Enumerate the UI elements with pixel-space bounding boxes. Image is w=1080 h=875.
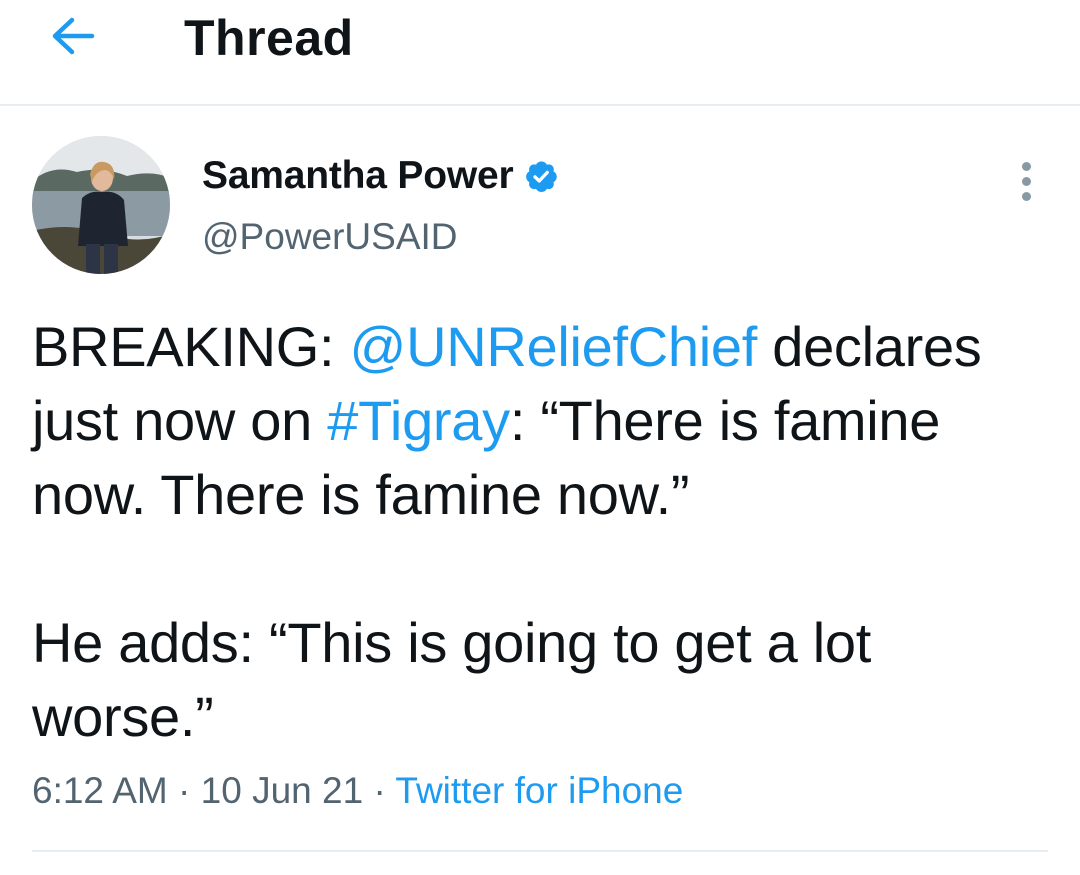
tweet-source-link[interactable]: Twitter for iPhone (395, 770, 683, 811)
author-name-row: Samantha Power (202, 150, 559, 202)
hashtag-link[interactable]: #Tigray (327, 389, 510, 452)
mention-link[interactable]: @UNReliefChief (350, 315, 758, 378)
back-button[interactable] (38, 12, 108, 64)
tweet: Samantha Power @PowerUSAID BREAKING: @UN… (0, 106, 1080, 875)
tweet-metadata: 6:12 AM · 10 Jun 21 · Twitter for iPhone (32, 770, 684, 811)
tweet-paragraph: He adds: “This is going to get a lot wor… (32, 611, 871, 748)
more-vertical-icon (1021, 161, 1031, 171)
tweet-paragraph: BREAKING: @UNReliefChief declares just n… (32, 315, 982, 526)
author-name[interactable]: Samantha Power (202, 154, 514, 198)
tweet-time[interactable]: 6:12 AM (32, 770, 168, 811)
divider (32, 850, 1048, 852)
top-bar: Thread (0, 0, 1080, 106)
page-title: Thread (184, 10, 354, 66)
tweet-date[interactable]: 10 Jun 21 (201, 770, 364, 811)
tweet-text: BREAKING: @UNReliefChief declares just n… (32, 310, 1052, 754)
author-handle[interactable]: @PowerUSAID (202, 216, 458, 258)
more-options-button[interactable] (1006, 154, 1046, 208)
avatar[interactable] (32, 136, 170, 274)
verified-badge-icon (523, 158, 559, 194)
arrow-left-icon (50, 16, 96, 61)
